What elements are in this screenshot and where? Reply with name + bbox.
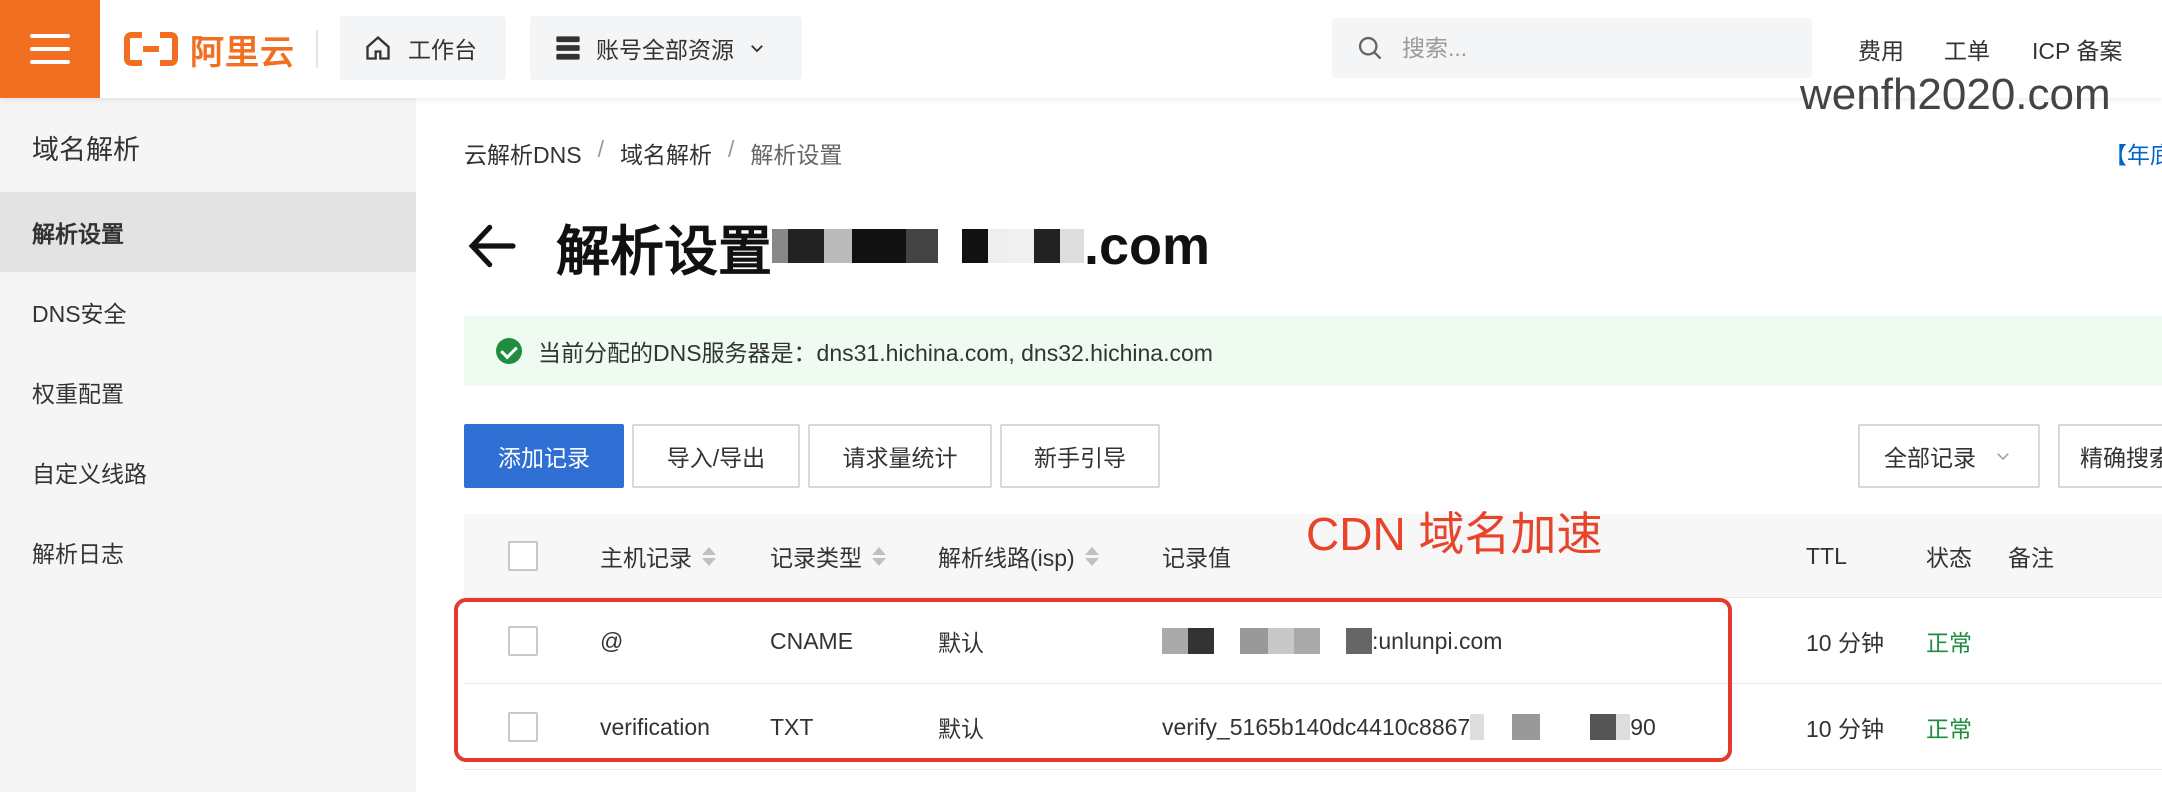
workbench-label: 工作台: [408, 37, 477, 63]
record-value-text: :unlunpi.com: [1372, 627, 1503, 654]
cell-status: 正常: [1926, 716, 1972, 742]
col-label: 状态: [1926, 545, 1972, 571]
billing-link[interactable]: 费用: [1858, 32, 1904, 66]
col-host-record[interactable]: 主机记录: [600, 514, 716, 598]
cell-status: 正常: [1926, 630, 1972, 656]
col-label: TTL: [1806, 542, 1847, 569]
sidebar-item-dns-logs[interactable]: 解析日志: [0, 512, 416, 592]
sidebar-item-weight-config[interactable]: 权重配置: [0, 352, 416, 432]
col-label: 备注: [2008, 545, 2054, 571]
breadcrumb-item-domain-dns[interactable]: 域名解析: [620, 136, 712, 170]
cell-value: :unlunpi.com: [1162, 598, 1502, 684]
record-value-tail: 90: [1630, 713, 1656, 740]
record-filter-select[interactable]: 全部记录: [1858, 424, 2040, 488]
workbench-button[interactable]: 工作台: [340, 16, 506, 80]
record-filter-value: 全部记录: [1884, 445, 1976, 471]
col-record-type[interactable]: 记录类型: [770, 514, 886, 598]
sort-icon[interactable]: [702, 546, 716, 566]
precise-search-button[interactable]: 精确搜索: [2058, 424, 2162, 488]
sidebar-item-label: 权重配置: [32, 381, 124, 407]
sidebar-item-label: 解析日志: [32, 541, 124, 567]
sidebar-item-label: DNS安全: [32, 301, 127, 327]
annotation-label: CDN 域名加速: [1306, 508, 1603, 560]
page-title: 解析设置: [556, 221, 772, 282]
col-label: 记录类型: [770, 545, 862, 571]
cell-line: 默认: [938, 630, 984, 656]
redacted-value: [1162, 628, 1372, 654]
breadcrumb-separator: /: [597, 136, 604, 162]
global-search[interactable]: [1332, 18, 1812, 78]
sort-icon[interactable]: [1084, 546, 1099, 566]
breadcrumb-item-current: 解析设置: [750, 142, 843, 168]
sort-icon[interactable]: [872, 546, 886, 566]
account-resources-label: 账号全部资源: [596, 37, 734, 63]
cell-ttl: 10 分钟: [1806, 716, 1884, 742]
sidebar-item-label: 自定义线路: [32, 461, 147, 487]
back-arrow-icon[interactable]: [464, 218, 520, 274]
chevron-down-icon: [751, 45, 763, 53]
col-resolution-line[interactable]: 解析线路(isp): [938, 514, 1099, 598]
divider: [316, 30, 318, 68]
sidebar-item-dns-security[interactable]: DNS安全: [0, 272, 416, 352]
col-label: 解析线路(isp): [938, 545, 1075, 571]
col-status: 状态: [1926, 514, 1972, 598]
watermark-text: wenfh2020.com: [1800, 70, 2111, 119]
redacted-domain: [772, 210, 1084, 282]
sidebar-item-label: 解析设置: [32, 221, 124, 247]
add-record-button[interactable]: 添加记录: [464, 424, 624, 488]
chevron-down-icon: [1997, 453, 2009, 461]
record-value-text: verify_5165b140dc4410c8867: [1162, 713, 1471, 740]
col-record-value: 记录值: [1162, 514, 1231, 598]
cell-host: @: [600, 627, 624, 654]
beginner-guide-button[interactable]: 新手引导: [1000, 424, 1160, 488]
ticket-link[interactable]: 工单: [1944, 32, 1990, 66]
cell-ttl: 10 分钟: [1806, 630, 1884, 656]
search-input[interactable]: [1402, 34, 1782, 62]
import-export-button[interactable]: 导入/导出: [632, 424, 800, 488]
col-remark: 备注: [2008, 514, 2054, 598]
select-all-checkbox[interactable]: [508, 541, 538, 571]
sidebar: 域名解析 解析设置 DNS安全 权重配置 自定义线路 解析日志: [0, 98, 416, 792]
redacted-value: [1470, 714, 1631, 740]
col-ttl: TTL: [1806, 514, 1847, 598]
page-header: 解析设置 .com: [464, 210, 1210, 282]
col-label: 记录值: [1162, 545, 1231, 571]
cell-type: TXT: [770, 713, 814, 740]
account-resources-dropdown[interactable]: 账号全部资源: [530, 16, 802, 80]
breadcrumb: 云解析DNS / 域名解析 / 解析设置: [464, 136, 842, 170]
row-checkbox[interactable]: [508, 626, 538, 656]
sidebar-title: 域名解析: [32, 135, 140, 165]
cell-host: verification: [600, 713, 710, 740]
table-row: @ CNAME 默认 :unlunpi.com 10 分钟 正常: [464, 598, 2162, 684]
hamburger-menu-icon[interactable]: [0, 0, 100, 98]
promo-link[interactable]: 【年底: [2104, 136, 2162, 170]
breadcrumb-separator: /: [727, 136, 735, 162]
cell-type: CNAME: [770, 627, 854, 654]
request-stats-button[interactable]: 请求量统计: [808, 424, 992, 488]
check-circle-icon: [496, 338, 522, 364]
sidebar-item-custom-lines[interactable]: 自定义线路: [0, 432, 416, 512]
sidebar-item-dns-settings[interactable]: 解析设置: [0, 192, 416, 272]
home-icon: [366, 35, 390, 60]
dns-server-notice-text: 当前分配的DNS服务器是：dns31.hichina.com, dns32.hi…: [538, 340, 1213, 366]
domain-suffix: .com: [1084, 216, 1211, 276]
table-row: verification TXT 默认 verify_5165b140dc441…: [464, 684, 2162, 770]
server-icon: [556, 36, 580, 60]
row-checkbox[interactable]: [508, 712, 538, 742]
dns-server-notice: 当前分配的DNS服务器是：dns31.hichina.com, dns32.hi…: [464, 316, 2162, 386]
cell-value: verify_5165b140dc4410c8867 90: [1162, 684, 1656, 770]
aliyun-logo-icon: [124, 32, 178, 66]
col-label: 主机记录: [600, 545, 692, 571]
aliyun-logo[interactable]: 阿里云: [124, 24, 295, 74]
search-icon: [1358, 36, 1382, 60]
logo-text: 阿里云: [190, 33, 295, 72]
breadcrumb-item-cloud-dns[interactable]: 云解析DNS: [464, 136, 582, 170]
icp-filing-link[interactable]: ICP 备案: [2032, 32, 2122, 66]
cell-line: 默认: [938, 716, 984, 742]
